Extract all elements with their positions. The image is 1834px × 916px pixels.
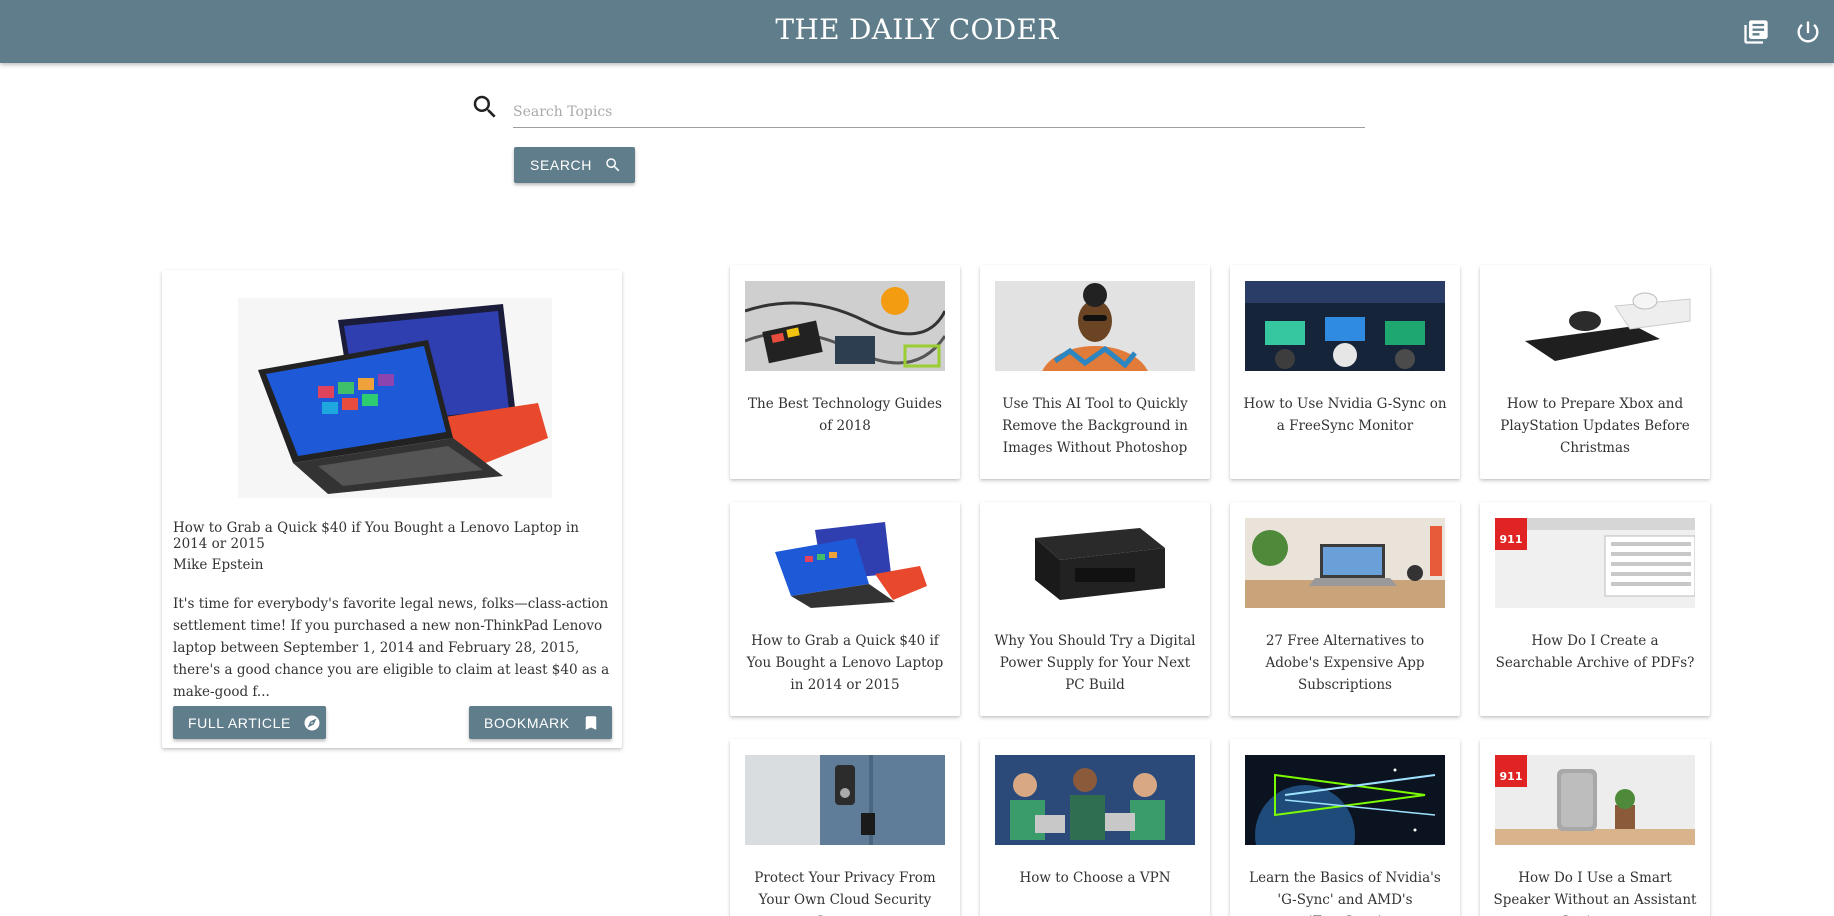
search-input[interactable] xyxy=(513,90,1365,128)
featured-article-author: Mike Epstein xyxy=(173,557,264,573)
featured-article-card: How to Grab a Quick $40 if You Bought a … xyxy=(162,270,622,748)
featured-article-image xyxy=(238,298,552,498)
bookmark-label: BOOKMARK xyxy=(484,714,570,731)
article-thumbnail xyxy=(1245,518,1445,608)
article-thumbnail xyxy=(1245,281,1445,371)
article-title: Protect Your Privacy From Your Own Cloud… xyxy=(754,870,936,916)
article-card[interactable]: 911 How Do I Use a Smart Speaker Without… xyxy=(1480,739,1710,916)
search-icon xyxy=(470,92,500,122)
article-thumbnail: 911 xyxy=(1495,518,1695,608)
search-button[interactable]: SEARCH xyxy=(514,147,635,183)
article-thumbnail xyxy=(745,755,945,845)
full-article-label: FULL ARTICLE xyxy=(188,714,291,731)
article-card[interactable]: Why You Should Try a Digital Power Suppl… xyxy=(980,502,1210,716)
app-bar: THE DAILY CODER xyxy=(0,0,1834,63)
article-title: Learn the Basics of Nvidia's 'G-Sync' an… xyxy=(1249,870,1441,916)
article-card[interactable]: How to Choose a VPN xyxy=(980,739,1210,916)
article-card[interactable]: Protect Your Privacy From Your Own Cloud… xyxy=(730,739,960,916)
article-title: Why You Should Try a Digital Power Suppl… xyxy=(994,633,1196,693)
article-card[interactable]: 27 Free Alternatives to Adobe's Expensiv… xyxy=(1230,502,1460,716)
bookmark-button[interactable]: BOOKMARK xyxy=(469,706,612,739)
article-thumbnail xyxy=(1495,281,1695,371)
article-card[interactable]: How to Use Nvidia G-Sync on a FreeSync M… xyxy=(1230,265,1460,479)
article-title: How to Prepare Xbox and PlayStation Upda… xyxy=(1500,396,1690,456)
bookmark-icon xyxy=(585,715,596,730)
article-title: 27 Free Alternatives to Adobe's Expensiv… xyxy=(1265,633,1425,693)
search-row xyxy=(470,90,1366,130)
article-thumbnail: 911 xyxy=(1495,755,1695,845)
article-card[interactable]: 911 How Do I Create a Searchable Archive… xyxy=(1480,502,1710,716)
article-title: How to Use Nvidia G-Sync on a FreeSync M… xyxy=(1243,396,1447,434)
article-title: How Do I Create a Searchable Archive of … xyxy=(1495,633,1695,671)
article-card[interactable]: The Best Technology Guides of 2018 xyxy=(730,265,960,479)
article-thumbnail xyxy=(745,518,945,608)
article-card[interactable]: How to Grab a Quick $40 if You Bought a … xyxy=(730,502,960,716)
featured-article-summary: It's time for everybody's favorite legal… xyxy=(173,596,610,700)
badge-911: 911 xyxy=(1500,533,1523,546)
app-title: THE DAILY CODER xyxy=(775,13,1059,46)
article-thumbnail xyxy=(995,755,1195,845)
featured-article-title: How to Grab a Quick $40 if You Bought a … xyxy=(173,520,579,552)
article-title: How Do I Use a Smart Speaker Without an … xyxy=(1493,870,1697,916)
search-icon xyxy=(606,158,620,172)
search-button-label: SEARCH xyxy=(530,157,592,173)
badge-911: 911 xyxy=(1500,770,1523,783)
article-title: How to Grab a Quick $40 if You Bought a … xyxy=(746,633,944,693)
library-books-icon[interactable] xyxy=(1742,18,1770,46)
explore-icon xyxy=(304,715,320,730)
article-title: How to Choose a VPN xyxy=(1019,870,1171,886)
article-title: Use This AI Tool to Quickly Remove the B… xyxy=(1002,396,1188,456)
article-thumbnail xyxy=(995,518,1195,608)
full-article-button[interactable]: FULL ARTICLE xyxy=(173,706,326,739)
power-icon[interactable] xyxy=(1794,18,1822,46)
article-thumbnail xyxy=(745,281,945,371)
article-card[interactable]: How to Prepare Xbox and PlayStation Upda… xyxy=(1480,265,1710,479)
article-card[interactable]: Use This AI Tool to Quickly Remove the B… xyxy=(980,265,1210,479)
article-title: The Best Technology Guides of 2018 xyxy=(748,396,942,434)
article-thumbnail xyxy=(1245,755,1445,845)
article-thumbnail xyxy=(995,281,1195,371)
article-card[interactable]: Learn the Basics of Nvidia's 'G-Sync' an… xyxy=(1230,739,1460,916)
